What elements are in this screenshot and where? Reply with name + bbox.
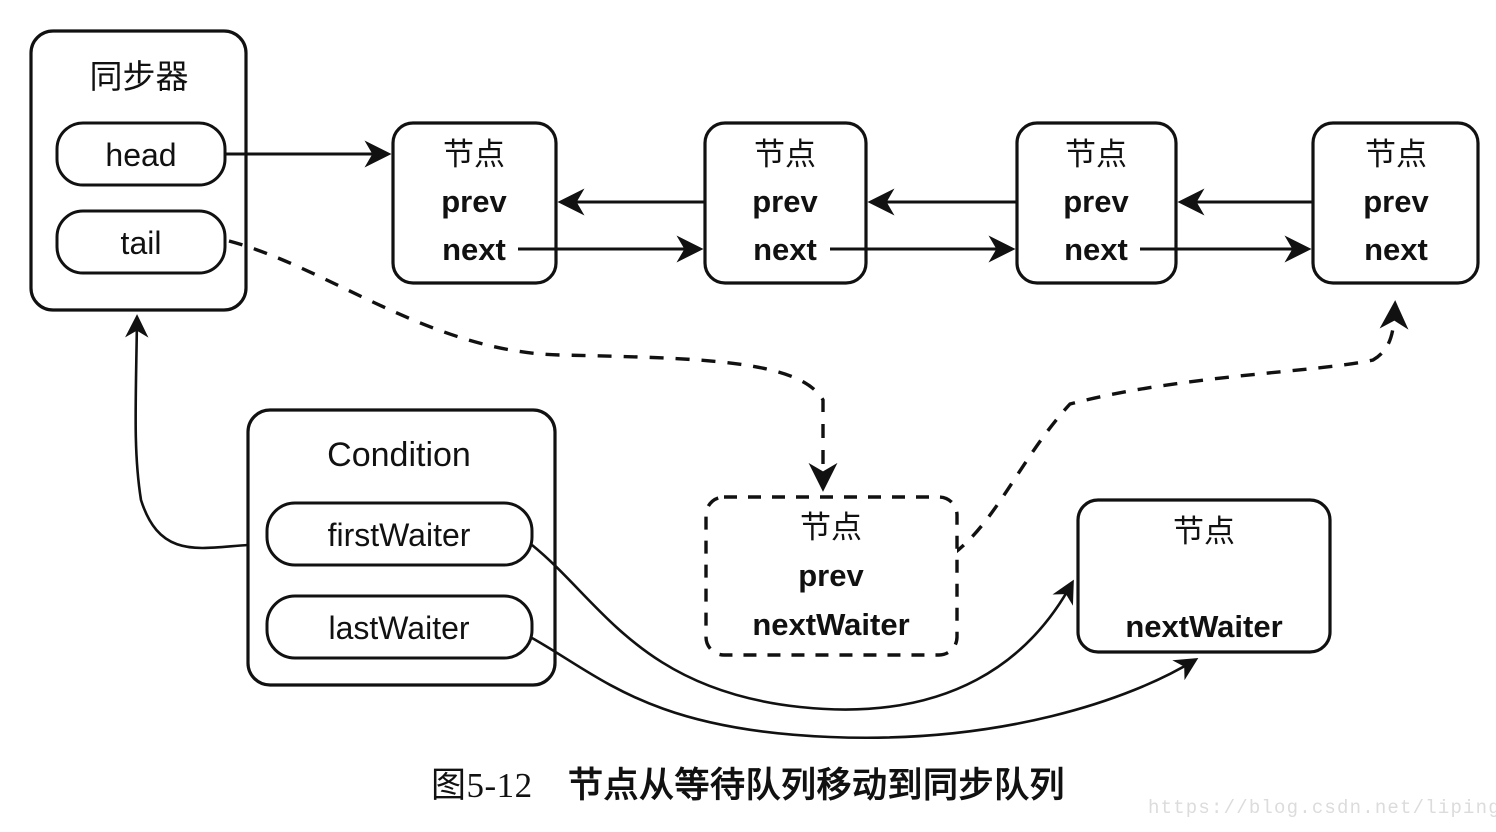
waiter-node-nextwaiter: nextWaiter (1125, 609, 1282, 644)
sync-node-2-next: next (753, 232, 817, 267)
condition-field-lastwaiter[interactable]: lastWaiter (265, 594, 534, 660)
sync-node-1-prev: prev (441, 184, 507, 219)
moving-node-title: 节点 (800, 510, 862, 545)
synchronizer-title: 同步器 (90, 58, 189, 95)
firstwaiter-label: firstWaiter (328, 517, 471, 553)
sync-node-4-next: next (1364, 232, 1428, 267)
head-label: head (105, 137, 176, 173)
synchronizer-field-tail[interactable]: tail (55, 209, 227, 275)
sync-node-1-next: next (442, 232, 506, 267)
tail-label: tail (121, 225, 162, 261)
sync-node-3-title: 节点 (1065, 137, 1127, 172)
waiter-node-box[interactable]: 节点 nextWaiter (1076, 498, 1332, 654)
moving-node-box[interactable]: 节点 prev nextWaiter (704, 495, 959, 657)
sync-node-4-prev: prev (1363, 184, 1429, 219)
sync-node-4[interactable]: 节点 prev next (1311, 121, 1480, 285)
waiter-node-title: 节点 (1173, 514, 1235, 549)
condition-box[interactable]: Condition firstWaiter lastWaiter (246, 408, 557, 687)
sync-node-3-prev: prev (1063, 184, 1129, 219)
synchronizer-field-head[interactable]: head (55, 121, 227, 187)
sync-node-2-title: 节点 (754, 137, 816, 172)
condition-to-synchronizer-arrow (125, 314, 249, 550)
watermark-text: https://blog.csdn.net/lipinganq (1148, 797, 1496, 819)
sync-node-2-prev: prev (752, 184, 818, 219)
sync-node-3[interactable]: 节点 prev next (1015, 121, 1178, 285)
sync-node-1-title: 节点 (443, 137, 505, 172)
lastwaiter-label: lastWaiter (328, 610, 469, 646)
sync-node-4-title: 节点 (1365, 137, 1427, 172)
moving-node-nextwaiter: nextWaiter (752, 607, 909, 642)
synchronizer-box[interactable]: 同步器 head tail (29, 29, 248, 312)
sync-node-3-next: next (1064, 232, 1128, 267)
sync-node-2[interactable]: 节点 prev next (703, 121, 868, 285)
diagram-canvas: 同步器 head tail 节点 prev next 节点 prev next … (29, 29, 1480, 739)
caption-number: 图5-12 (431, 766, 533, 805)
condition-field-firstwaiter[interactable]: firstWaiter (265, 501, 534, 567)
sync-node-1[interactable]: 节点 prev next (391, 121, 558, 285)
moving-node-prev: prev (798, 558, 864, 593)
condition-title: Condition (327, 436, 471, 474)
caption-text: 节点从等待队列移动到同步队列 (567, 766, 1065, 805)
